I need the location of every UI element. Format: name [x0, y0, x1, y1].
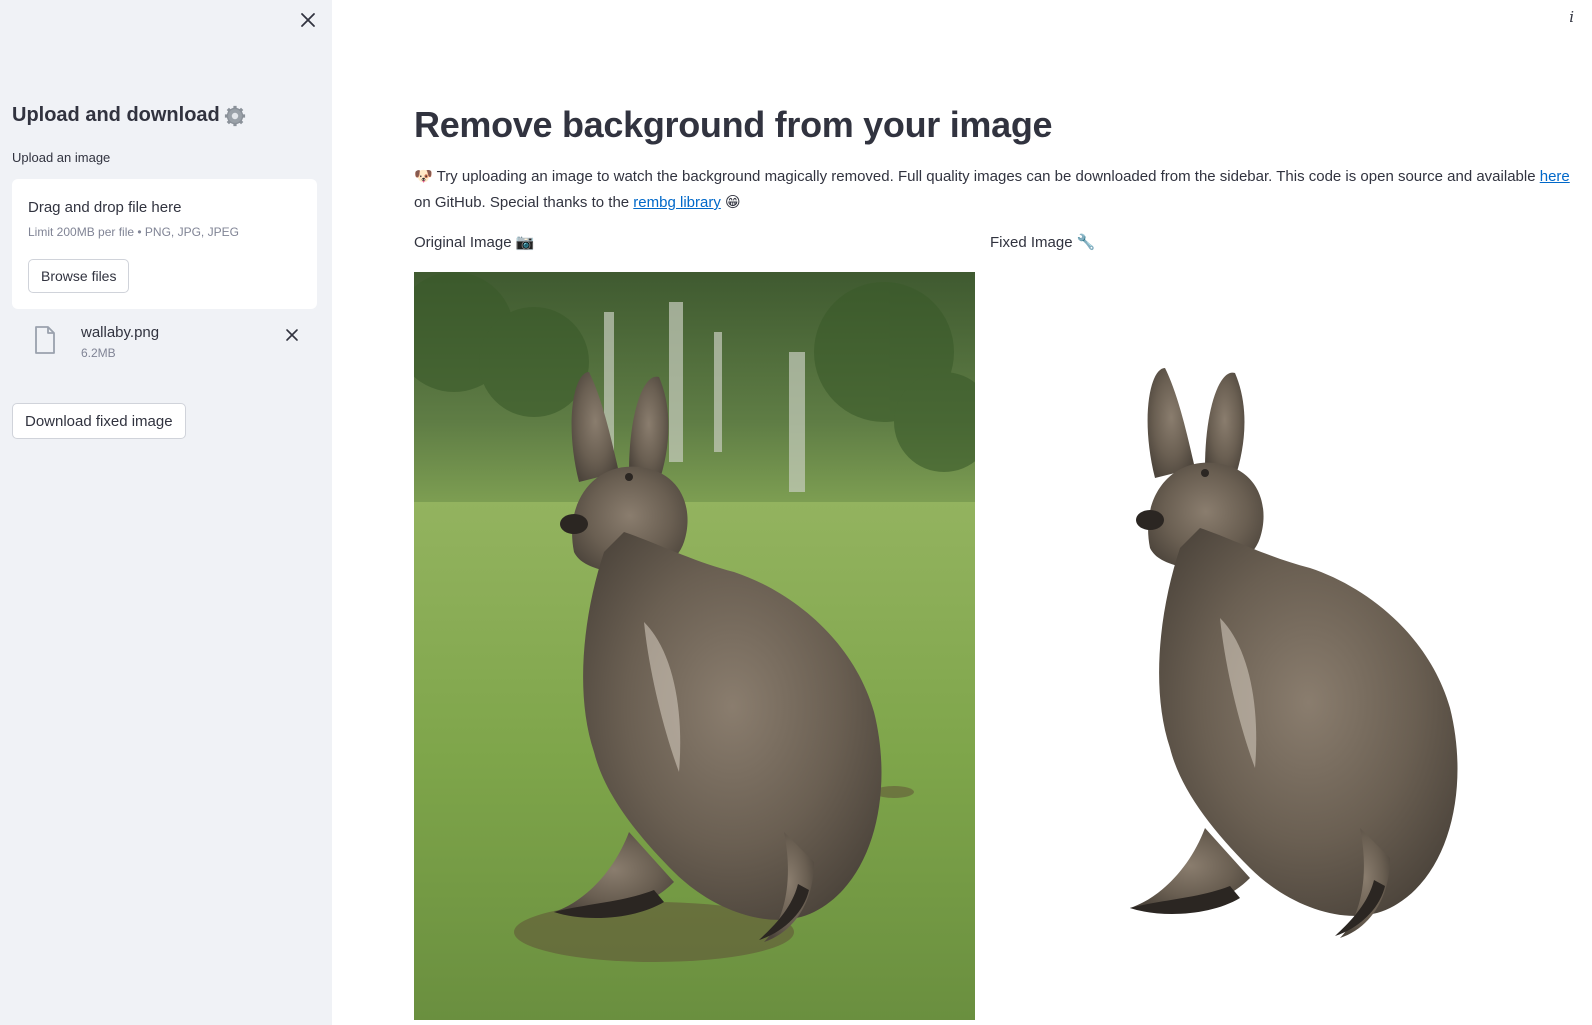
file-name: wallaby.png [81, 324, 160, 341]
fixed-image [990, 272, 1570, 1020]
file-icon [35, 326, 55, 354]
wallaby-cutout [1130, 368, 1458, 938]
original-image-label: Original Image 📷 [414, 233, 535, 252]
fixed-image-label: Fixed Image 🔧 [990, 233, 1096, 252]
dog-emoji: 🐶 [414, 168, 433, 185]
info-icon[interactable]: i [1569, 8, 1574, 26]
main-content: i Remove background from your image 🐶 Tr… [332, 0, 1592, 1025]
file-dropzone[interactable]: Drag and drop file here Limit 200MB per … [12, 179, 317, 309]
page-title: Remove background from your image [414, 104, 1053, 145]
uploaded-file: wallaby.png 6.2MB [12, 318, 317, 366]
original-image [414, 272, 975, 1020]
sidebar: Upload and download Upload an image Drag… [0, 0, 332, 1025]
upload-label: Upload an image [12, 150, 111, 165]
camera-icon: 📷 [515, 234, 535, 251]
rembg-link[interactable]: rembg library [633, 194, 721, 211]
dropzone-title: Drag and drop file here [28, 199, 182, 216]
gear-icon [224, 105, 245, 126]
intro-text: 🐶 Try uploading an image to watch the ba… [414, 168, 1570, 211]
wrench-icon: 🔧 [1076, 234, 1096, 251]
remove-file-button[interactable] [282, 325, 302, 345]
close-icon [301, 13, 315, 27]
close-sidebar-button[interactable] [296, 8, 320, 32]
browse-files-button[interactable]: Browse files [28, 259, 130, 293]
github-link[interactable]: here [1540, 168, 1570, 185]
wallaby-photo [414, 272, 975, 1020]
dropzone-limit: Limit 200MB per file • PNG, JPG, JPEG [28, 225, 239, 239]
sidebar-title: Upload and download [12, 104, 246, 127]
download-fixed-image-button[interactable]: Download fixed image [12, 403, 186, 439]
file-size: 6.2MB [81, 346, 116, 360]
close-icon [286, 329, 298, 341]
grin-emoji: 😁 [725, 194, 741, 211]
